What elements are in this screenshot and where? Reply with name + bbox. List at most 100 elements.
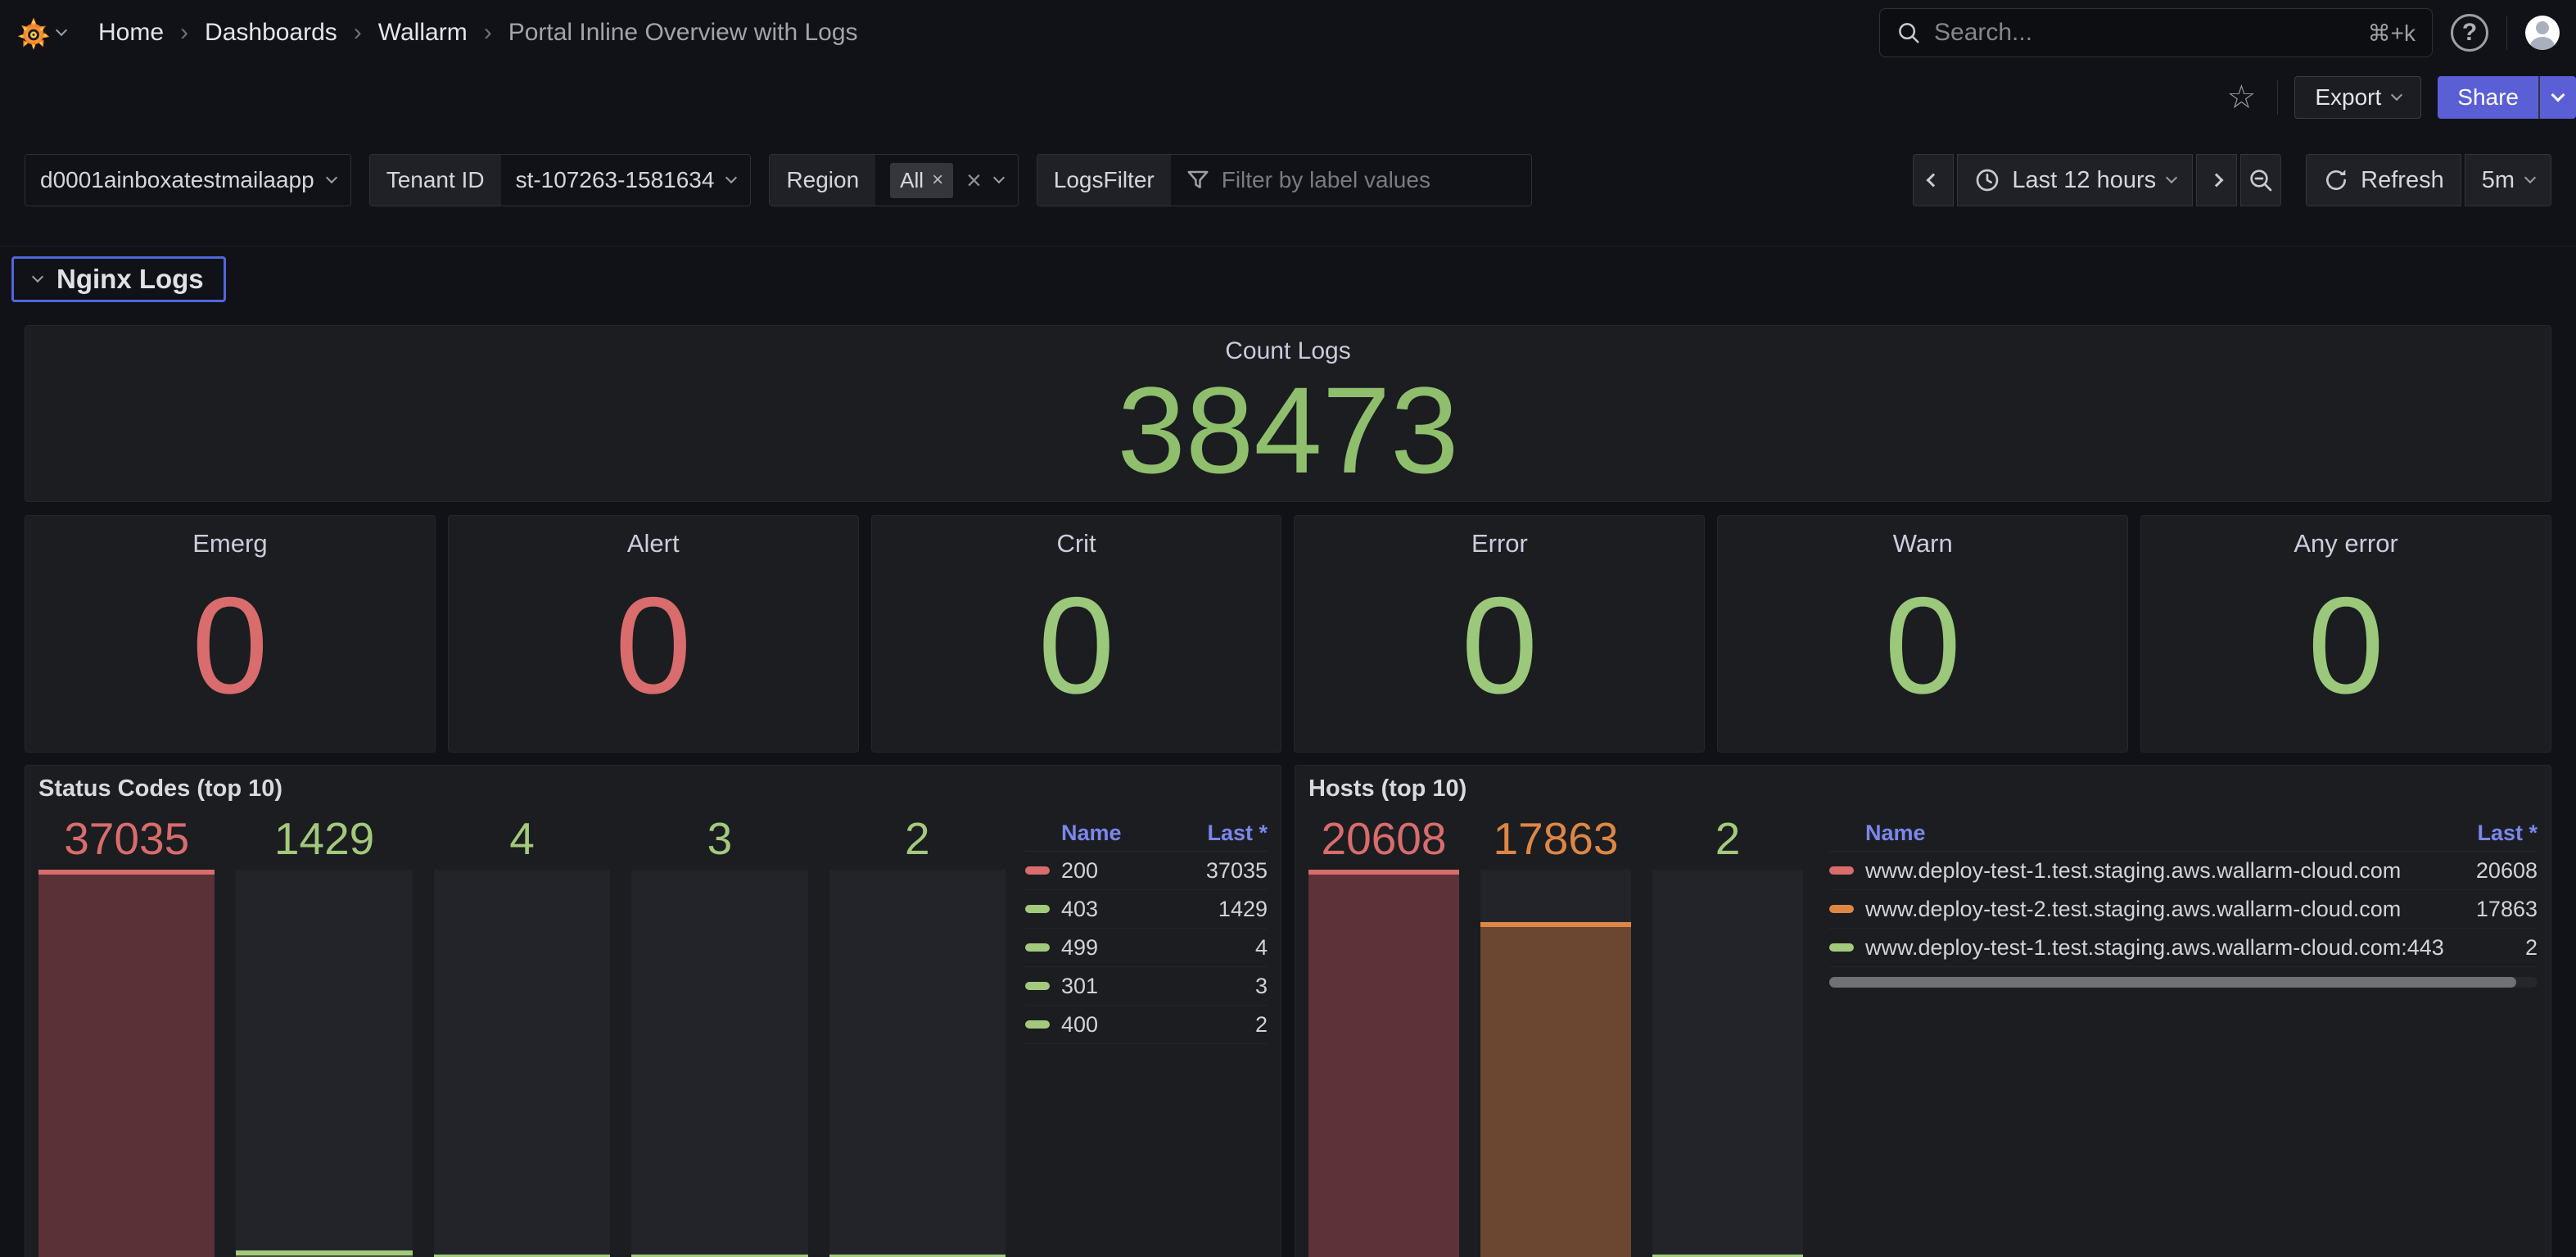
stat-panel-title[interactable]: Error [1295, 529, 1704, 558]
chevron-down-icon [2524, 172, 2536, 183]
stat-panel-value: 0 [1295, 577, 1704, 714]
app-variable-dropdown[interactable]: d0001ainboxatestmailaapp [25, 154, 351, 206]
status-codes-panel-title[interactable]: Status Codes (top 10) [38, 775, 1268, 803]
toolbar-divider [2277, 80, 2278, 115]
legend-header-row: Name Last * [1829, 816, 2538, 852]
legend-row: www.deploy-test-1.test.staging.aws.walla… [1829, 929, 2538, 967]
refresh-interval-dropdown[interactable]: 5m [2465, 154, 2551, 206]
legend-last-header[interactable]: Last * [2477, 821, 2538, 846]
series-name[interactable]: 200 [1061, 858, 1190, 884]
hosts-panel: Hosts (top 10) 20608 17863 2 [1295, 765, 2551, 1257]
bar-gauge-value: 4 [434, 812, 610, 865]
series-name[interactable]: www.deploy-test-1.test.staging.aws.walla… [1865, 858, 2460, 884]
status-codes-legend: Name Last * 200 37035 403 1429 499 4 301… [1025, 812, 1268, 1257]
legend-name-header[interactable]: Name [1865, 821, 1926, 846]
share-button[interactable]: Share [2438, 76, 2538, 119]
series-last-value: 3 [1239, 974, 1268, 999]
series-name[interactable]: www.deploy-test-2.test.staging.aws.walla… [1865, 897, 2460, 922]
stat-panel-title[interactable]: Crit [872, 529, 1281, 558]
series-name[interactable]: 499 [1061, 935, 1239, 961]
time-shift-forward-button[interactable] [2196, 154, 2237, 206]
legend-name-header[interactable]: Name [1061, 821, 1122, 846]
series-name[interactable]: 403 [1061, 897, 1202, 922]
logs-filter-control[interactable]: LogsFilter [1037, 154, 1532, 206]
chevron-down-icon [32, 271, 43, 283]
bar-gauge-value: 37035 [38, 812, 215, 865]
legend-row: www.deploy-test-2.test.staging.aws.walla… [1829, 890, 2538, 929]
logs-filter-input[interactable] [1222, 167, 1516, 193]
bar-gauge-track [829, 870, 1006, 1257]
legend-row: 200 37035 [1025, 852, 1268, 890]
legend-row: 301 3 [1025, 967, 1268, 1006]
series-color-pill [1025, 866, 1050, 875]
tenant-id-dropdown[interactable]: Tenant ID st-107263-1581634 [369, 154, 752, 206]
time-range-picker[interactable]: Last 12 hours [1957, 154, 2193, 206]
bar-gauge-fill [1308, 870, 1459, 1257]
series-name[interactable]: 301 [1061, 974, 1239, 999]
bar-gauge-value: 20608 [1308, 812, 1459, 865]
scrollbar-thumb[interactable] [1829, 977, 2516, 988]
help-button[interactable]: ? [2451, 14, 2488, 52]
share-label: Share [2457, 84, 2519, 111]
bar-gauge-column: 17863 [1480, 812, 1631, 1257]
search-input[interactable] [1934, 19, 2355, 47]
region-clear-icon[interactable]: × [966, 167, 982, 193]
stat-panel-title[interactable]: Emerg [25, 529, 435, 558]
bar-gauge-column: 4 [434, 812, 610, 1257]
region-dropdown[interactable]: Region All × × [769, 154, 1018, 206]
search-box[interactable]: ⌘+k [1879, 8, 2433, 57]
hosts-panel-title[interactable]: Hosts (top 10) [1308, 775, 2538, 803]
time-zoom-out-button[interactable] [2240, 154, 2281, 206]
bar-gauge-edge [38, 870, 215, 875]
chevron-down-icon [725, 172, 737, 183]
breadcrumb-link[interactable]: Portal Inline Overview with Logs [508, 19, 858, 47]
star-icon[interactable]: ☆ [2226, 81, 2256, 114]
chevron-down-icon [2391, 89, 2402, 101]
hosts-bars: 20608 17863 2 [1308, 812, 1808, 1257]
export-button[interactable]: Export [2294, 76, 2421, 119]
legend-row: 499 4 [1025, 929, 1268, 967]
chevron-down-icon [56, 25, 67, 36]
region-chip-label: All [900, 168, 924, 193]
export-label: Export [2315, 84, 2381, 111]
stat-panel-title[interactable]: Alert [449, 529, 858, 558]
stat-panel: Error 0 [1294, 515, 1705, 753]
chip-close-icon[interactable]: × [932, 169, 943, 192]
tenant-id-value: st-107263-1581634 [516, 167, 715, 193]
series-name[interactable]: www.deploy-test-1.test.staging.aws.walla… [1865, 935, 2509, 961]
nav-right: ⌘+k ? [1879, 8, 2560, 57]
legend-row: 403 1429 [1025, 890, 1268, 929]
stat-panel-title[interactable]: Warn [1718, 529, 2127, 558]
series-last-value: 4 [1239, 935, 1268, 961]
series-color-pill [1829, 905, 1854, 913]
dashboard-toolbar: ☆ Export Share [0, 66, 2576, 129]
stat-panel-value: 0 [25, 577, 435, 714]
avatar-body [2530, 37, 2555, 50]
stat-panel: Alert 0 [448, 515, 859, 753]
bar-gauge-value: 2 [1652, 812, 1803, 865]
user-avatar[interactable] [2525, 16, 2560, 50]
refresh-button[interactable]: Refresh [2306, 154, 2461, 206]
share-dropdown-button[interactable] [2538, 76, 2576, 119]
breadcrumb-link[interactable]: Dashboards [205, 19, 337, 47]
time-controls: Last 12 hours Refresh [1913, 154, 2551, 206]
grafana-logo[interactable] [16, 16, 66, 50]
bar-gauge-value: 1429 [236, 812, 412, 865]
time-shift-back-button[interactable] [1913, 154, 1954, 206]
share-split-button: Share [2438, 76, 2576, 119]
series-color-pill [1829, 943, 1854, 952]
breadcrumb-link[interactable]: Home [98, 19, 164, 47]
tenant-id-label: Tenant ID [370, 155, 501, 206]
region-chip-all[interactable]: All × [890, 163, 953, 198]
breadcrumb-link[interactable]: Wallarm [378, 19, 468, 47]
nav-divider [2506, 16, 2507, 50]
series-name[interactable]: 400 [1061, 1012, 1239, 1038]
bottom-panels-row: Status Codes (top 10) 37035 1429 4 3 [25, 765, 2551, 1257]
bar-gauge-column: 20608 [1308, 812, 1459, 1257]
stat-panel: Crit 0 [871, 515, 1282, 753]
refresh-interval-value: 5m [2482, 167, 2515, 194]
stat-panel-title[interactable]: Any error [2141, 529, 2551, 558]
nginx-logs-section-toggle[interactable]: Nginx Logs [11, 256, 226, 302]
legend-last-header[interactable]: Last * [1207, 821, 1268, 846]
status-codes-bars: 37035 1429 4 3 2 [38, 812, 1020, 1257]
